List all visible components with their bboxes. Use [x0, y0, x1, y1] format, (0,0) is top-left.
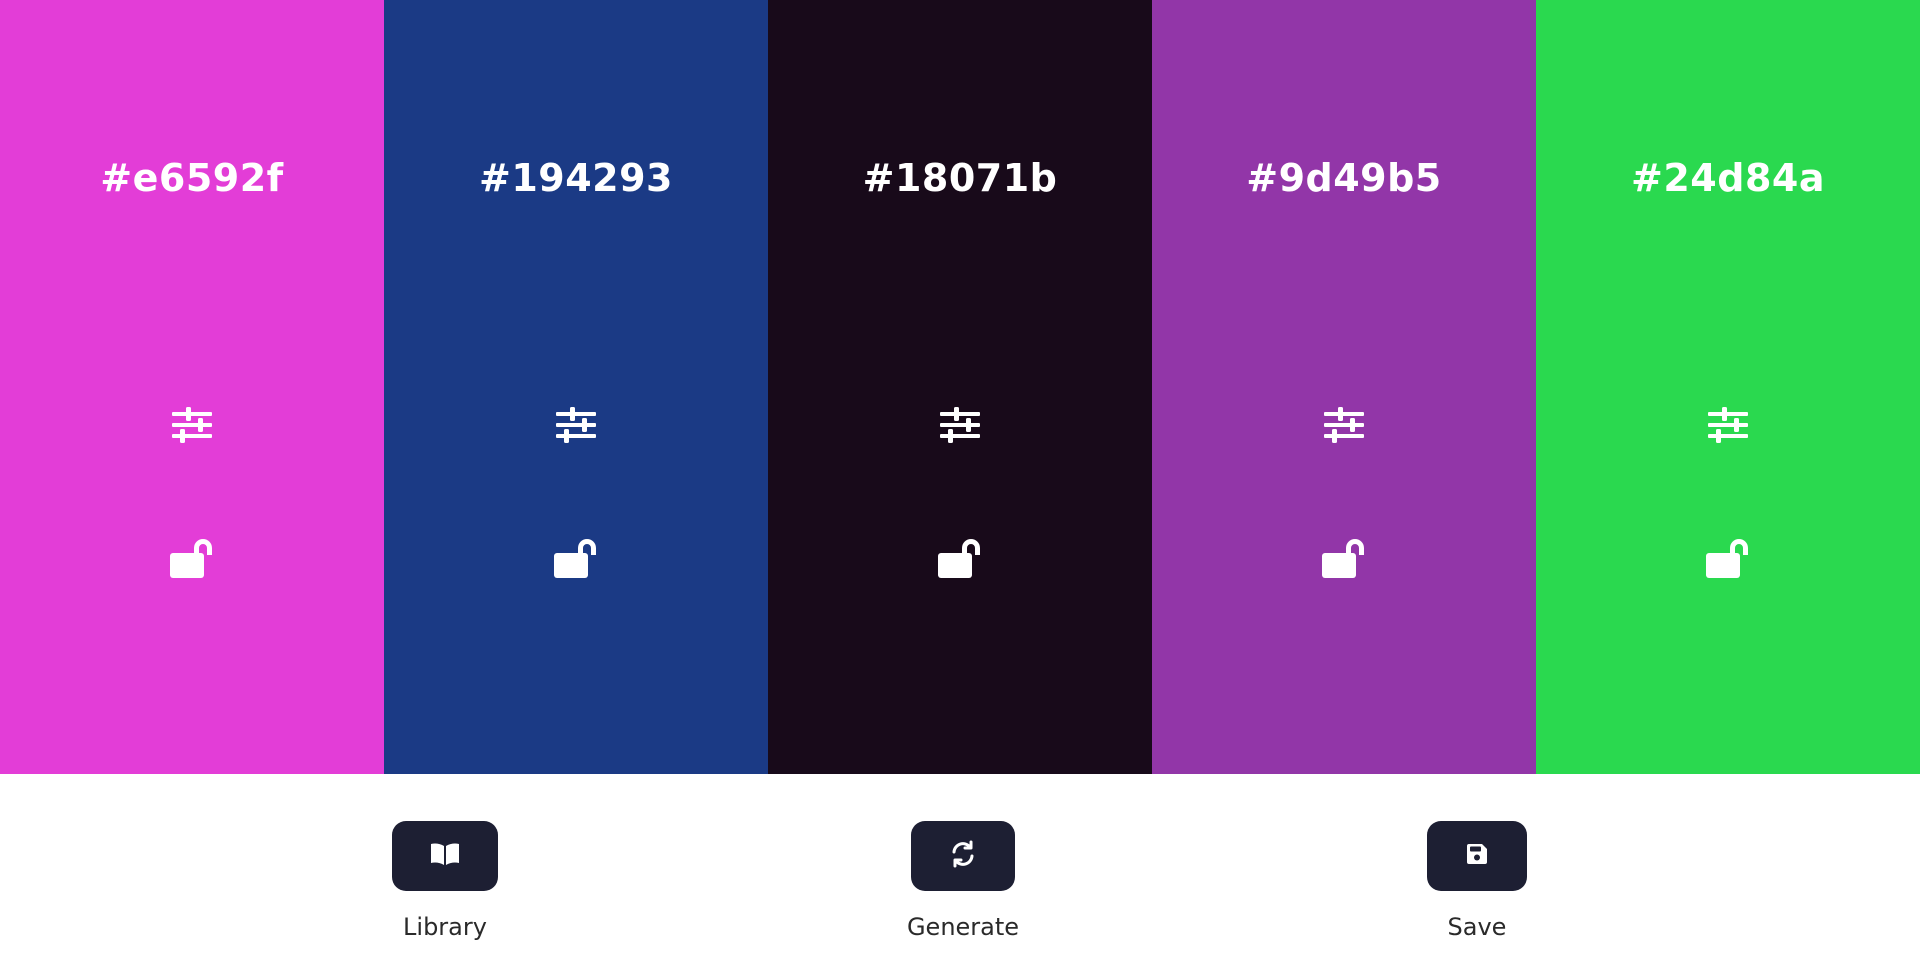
hex-code[interactable]: #24d84a	[1536, 156, 1920, 200]
unlocked-padlock-icon[interactable]	[1698, 528, 1758, 586]
color-swatch-3: #18071b	[768, 0, 1152, 774]
generate-tool: Generate	[907, 821, 1019, 941]
save-button[interactable]	[1427, 821, 1527, 891]
bottom-toolbar: Library Generate Save	[0, 774, 1920, 968]
floppy-disk-icon	[1465, 842, 1489, 870]
book-icon	[430, 842, 460, 870]
library-button[interactable]	[392, 821, 498, 891]
save-label: Save	[1447, 913, 1507, 941]
hex-code[interactable]: #9d49b5	[1152, 156, 1536, 200]
sliders-icon[interactable]	[162, 400, 222, 450]
color-palette: #e6592f #194293 #18071b #9d49b5 #24d84a	[0, 0, 1920, 774]
save-tool: Save	[1427, 821, 1527, 941]
sliders-icon[interactable]	[1698, 400, 1758, 450]
unlocked-padlock-icon[interactable]	[546, 528, 606, 586]
unlocked-padlock-icon[interactable]	[930, 528, 990, 586]
color-swatch-2: #194293	[384, 0, 768, 774]
unlocked-padlock-icon[interactable]	[162, 528, 222, 586]
color-swatch-5: #24d84a	[1536, 0, 1920, 774]
unlocked-padlock-icon[interactable]	[1314, 528, 1374, 586]
hex-code[interactable]: #194293	[384, 156, 768, 200]
hex-code[interactable]: #18071b	[768, 156, 1152, 200]
library-tool: Library	[392, 821, 498, 941]
library-label: Library	[403, 913, 487, 941]
sliders-icon[interactable]	[546, 400, 606, 450]
generate-button[interactable]	[911, 821, 1015, 891]
color-swatch-4: #9d49b5	[1152, 0, 1536, 774]
color-swatch-1: #e6592f	[0, 0, 384, 774]
sliders-icon[interactable]	[1314, 400, 1374, 450]
hex-code[interactable]: #e6592f	[0, 156, 384, 200]
sliders-icon[interactable]	[930, 400, 990, 450]
generate-label: Generate	[906, 913, 1020, 941]
refresh-icon	[949, 840, 977, 872]
